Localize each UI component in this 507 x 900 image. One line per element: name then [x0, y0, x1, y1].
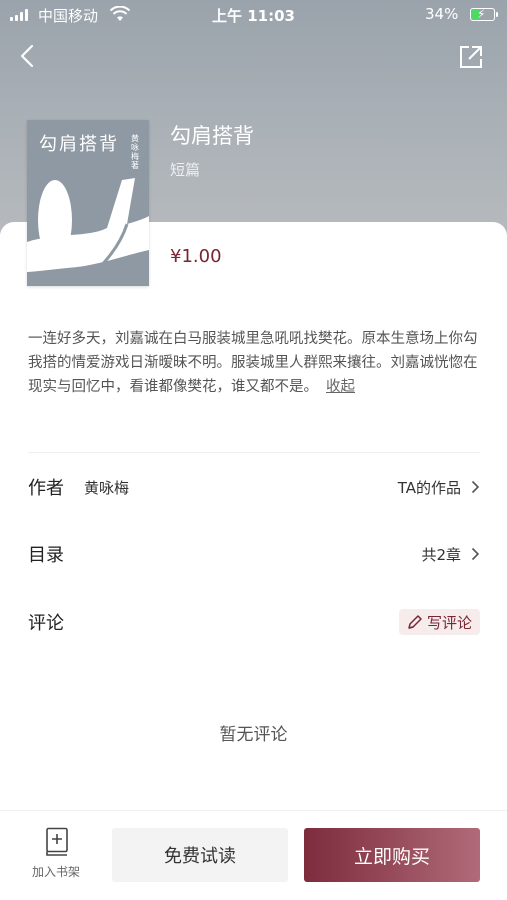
author-works-link[interactable]: TA的作品: [398, 477, 480, 498]
free-trial-button[interactable]: 免费试读: [112, 828, 288, 882]
chevron-right-icon: [471, 480, 480, 494]
collapse-link[interactable]: 收起: [326, 379, 355, 395]
empty-comments-text: 暂无评论: [219, 725, 288, 745]
toc-label: 目录: [28, 545, 64, 566]
pencil-icon: [408, 615, 422, 629]
toc-count: 共2章: [421, 545, 461, 564]
bottom-bar: 加入书架 免费试读 立即购买: [0, 810, 507, 900]
book-type: 短篇: [170, 161, 201, 179]
back-icon[interactable]: [14, 42, 42, 70]
add-to-shelf-button[interactable]: 加入书架: [24, 827, 88, 880]
comment-row: 评论 写评论: [28, 605, 480, 639]
author-works-label: TA的作品: [397, 478, 461, 497]
write-comment-label: 写评论: [426, 613, 472, 632]
status-bar: 中国移动 上午 11:03 34% ⚡: [0, 0, 507, 30]
buy-now-button[interactable]: 立即购买: [304, 828, 480, 882]
add-to-shelf-label: 加入书架: [31, 865, 80, 879]
toc-row[interactable]: 目录 共2章: [28, 537, 480, 571]
battery-icon: ⚡: [470, 7, 498, 21]
write-comment-button[interactable]: 写评论: [398, 609, 480, 635]
divider: [28, 452, 480, 453]
comment-label: 评论: [28, 613, 64, 634]
bookshelf-add-icon: [46, 827, 68, 856]
book-price: ¥1.00: [170, 246, 222, 267]
cover-illustration: [27, 178, 149, 272]
description-text: 一连好多天，刘嘉诚在白马服装城里急吼吼找樊花。原本生意场上你勾我搭的情爱游戏日渐…: [28, 331, 478, 395]
battery-percent: 34%: [425, 5, 459, 23]
share-icon[interactable]: [458, 44, 484, 70]
toc-count-link[interactable]: 共2章: [421, 544, 480, 565]
chevron-right-icon: [471, 547, 480, 561]
book-cover[interactable]: 勾肩搭背 黄咏梅 著: [27, 120, 149, 286]
author-name[interactable]: 黄咏梅: [84, 477, 129, 498]
book-title: 勾肩搭背: [170, 124, 254, 148]
book-description: 一连好多天，刘嘉诚在白马服装城里急吼吼找樊花。原本生意场上你勾我搭的情爱游戏日渐…: [28, 327, 480, 399]
author-label: 作者: [28, 478, 64, 499]
author-row[interactable]: 作者 黄咏梅 TA的作品: [28, 470, 480, 504]
